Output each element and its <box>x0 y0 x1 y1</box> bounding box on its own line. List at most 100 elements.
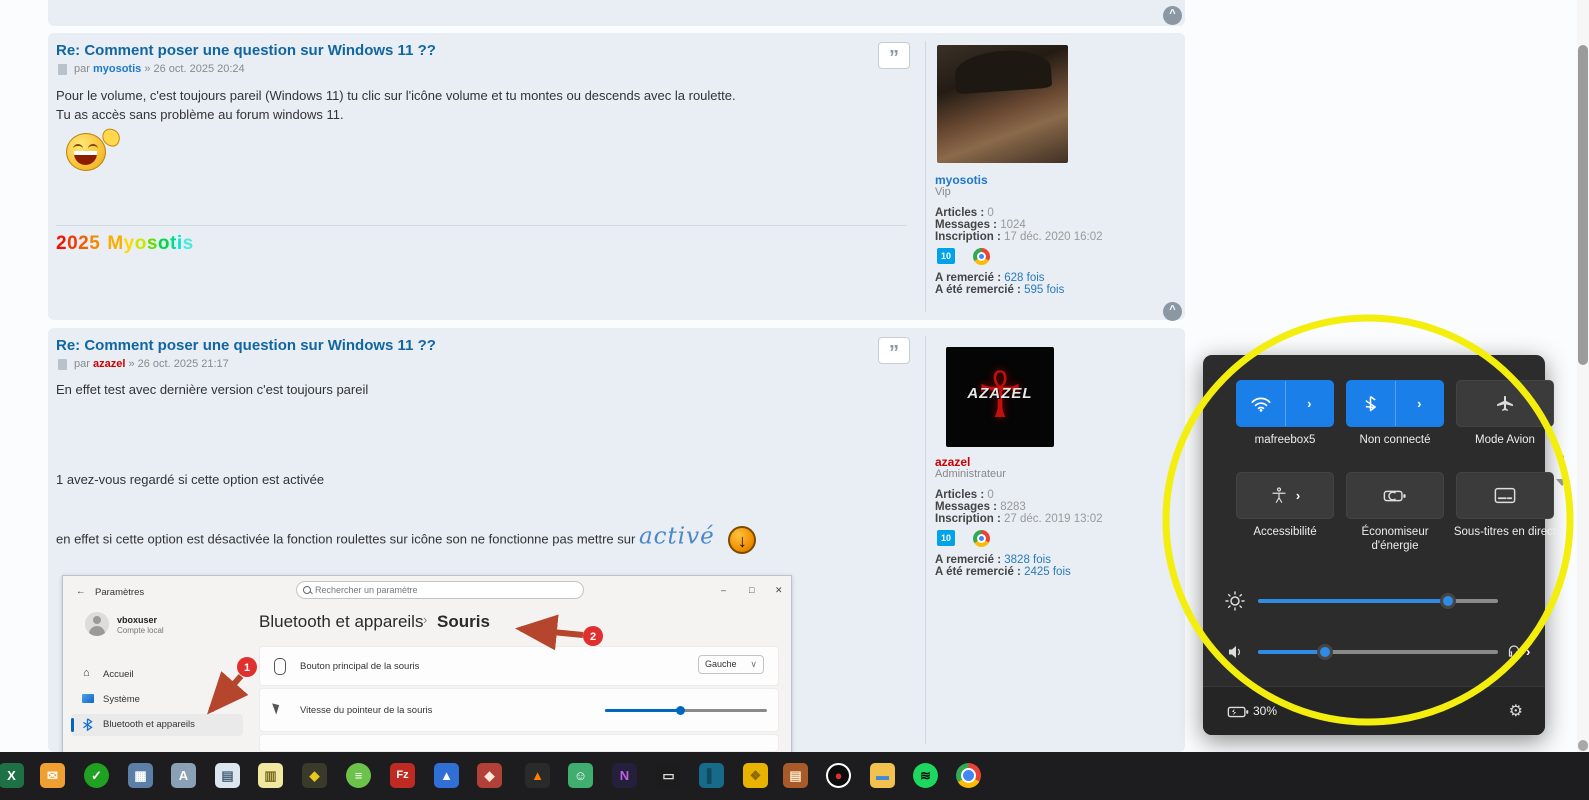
pointer-icon <box>272 701 282 714</box>
post-title-link[interactable]: Re: Comment poser une question sur Windo… <box>56 42 436 59</box>
sig-letter: 2 <box>56 233 67 254</box>
tv-app-icon[interactable]: ▭ <box>656 763 681 788</box>
bluetooth-tile[interactable]: › <box>1346 380 1444 427</box>
mouse-button-dropdown: Gauche ∨ <box>698 655 764 674</box>
svg-text:2: 2 <box>590 631 596 643</box>
film-icon[interactable]: ▤ <box>783 763 808 788</box>
profile-name-link[interactable]: azazel <box>935 455 970 469</box>
post-byline: par azazel » 26 oct. 2025 21:17 <box>74 358 229 370</box>
sig-letter: 2 <box>78 233 89 254</box>
thanks-link[interactable]: 3828 fois <box>1004 554 1051 566</box>
brightness-slider[interactable] <box>1258 599 1498 603</box>
book-icon[interactable]: ▥ <box>258 763 283 788</box>
profile-divider <box>925 41 926 312</box>
quote-button[interactable]: ” <box>878 337 910 364</box>
airplane-icon <box>1494 394 1516 414</box>
scrollbar-thumb[interactable] <box>1578 45 1588 365</box>
nav-selected-indicator <box>71 718 74 732</box>
post-title-link[interactable]: Re: Comment poser une question sur Windo… <box>56 337 436 354</box>
spotify-icon[interactable]: ≋ <box>913 763 938 788</box>
wifi-tile[interactable]: › <box>1236 380 1334 427</box>
nox-icon[interactable]: N <box>612 763 637 788</box>
back-to-top-button[interactable]: ^ <box>1163 6 1182 25</box>
profile-rank: Vip <box>935 186 951 198</box>
explorer-icon[interactable]: ▬ <box>870 763 895 788</box>
vlc-icon[interactable]: ▲ <box>525 763 550 788</box>
volume-slider[interactable] <box>1258 650 1498 654</box>
notepad-icon[interactable]: ▤ <box>215 763 240 788</box>
user-name: vboxuser <box>117 615 157 625</box>
thanks-link[interactable]: 2425 fois <box>1024 566 1071 578</box>
cubes-icon[interactable]: ❖ <box>743 763 768 788</box>
volume-expand-chevron[interactable]: › <box>1526 644 1530 659</box>
audio-output-icon[interactable] <box>1506 644 1522 660</box>
chrome-browser-icon <box>973 248 990 265</box>
chevron-down-icon: ∨ <box>750 659 757 670</box>
home-icon: ⌂ <box>83 667 90 679</box>
mail-icon[interactable]: ✉ <box>40 763 65 788</box>
accessibility-expand-chevron[interactable]: › <box>1296 488 1300 503</box>
quote-button[interactable]: ” <box>878 42 910 69</box>
scroll-indicator-dots <box>1560 455 1564 459</box>
back-to-top-button[interactable]: ^ <box>1163 302 1182 321</box>
panels-icon[interactable]: ▌ <box>699 763 724 788</box>
airplane-mode-tile[interactable] <box>1456 380 1554 427</box>
filezilla-icon[interactable]: Fz <box>390 763 415 788</box>
wifi-expand-chevron[interactable]: › <box>1286 381 1334 426</box>
nav-accueil: Accueil <box>103 669 134 680</box>
sig-letter: s <box>147 233 158 254</box>
tile-label: Non connecté <box>1340 433 1450 447</box>
previous-post-partial <box>48 0 1185 26</box>
settings-screenshot-image[interactable]: ← Paramètres Rechercher un paramètre – □… <box>62 575 792 754</box>
recorder-icon[interactable]: ● <box>826 763 851 788</box>
sig-letter: o <box>158 233 170 254</box>
thanks-link[interactable]: 595 fois <box>1024 284 1064 296</box>
laughing-wave-smiley-icon <box>66 129 122 171</box>
sig-letter: t <box>170 233 177 254</box>
maximize-icon: □ <box>749 585 754 595</box>
scrollbar-bottom-cap[interactable] <box>1578 740 1588 751</box>
gear-icon[interactable]: ⚙ <box>1509 701 1523 721</box>
accessibility-tile[interactable]: › <box>1236 472 1334 519</box>
bluetooth-expand-chevron[interactable]: › <box>1396 381 1444 426</box>
sig-letter: M <box>107 233 123 254</box>
photos-icon[interactable]: ▲ <box>434 763 459 788</box>
sig-letter: o <box>135 233 147 254</box>
settings-row-mouse-button: Bouton principal de la souris Gauche ∨ <box>259 646 779 686</box>
sig-letter: s <box>183 233 194 254</box>
post-2: Re: Comment poser une question sur Windo… <box>48 328 1185 752</box>
battery-saver-tile[interactable] <box>1346 472 1444 519</box>
profile-name-link[interactable]: myosotis <box>935 173 988 187</box>
accessibility-icon <box>1270 486 1288 505</box>
svg-text:1: 1 <box>244 662 250 674</box>
profile-thanks: A remercié : 628 fois <box>935 272 1045 284</box>
tile-label: Sous-titres en direct <box>1450 525 1560 539</box>
settings-row-pointer-speed: Vitesse du pointeur de la souris <box>259 688 779 732</box>
author-link[interactable]: myosotis <box>93 63 141 75</box>
red-app-icon[interactable]: ◆ <box>477 763 502 788</box>
volume-slider-thumb[interactable] <box>1317 644 1333 660</box>
dictionary-icon[interactable]: A <box>171 763 196 788</box>
dark-photo-icon[interactable]: ◆ <box>302 763 327 788</box>
chrome-icon[interactable] <box>956 763 981 788</box>
live-captions-tile[interactable] <box>1456 472 1554 519</box>
scrollbar-track[interactable] <box>1577 0 1589 752</box>
user-account-type: Compte local <box>117 626 164 635</box>
thanks-link[interactable]: 628 fois <box>1004 272 1044 284</box>
battery-percent-label[interactable]: 30% <box>1253 704 1277 718</box>
smiley-app-icon[interactable]: ☺ <box>568 763 593 788</box>
author-link[interactable]: azazel <box>93 358 125 370</box>
bluetooth-toggle[interactable] <box>1347 381 1395 426</box>
check-icon[interactable]: ✓ <box>84 763 109 788</box>
nav-bluetooth-appareils: Bluetooth et appareils <box>103 719 195 730</box>
wifi-toggle[interactable] <box>1237 381 1285 426</box>
profile-stat: Articles : 0 <box>935 489 994 501</box>
brightness-slider-thumb[interactable] <box>1440 593 1456 609</box>
user-avatar <box>85 612 109 636</box>
avatar-myosotis[interactable] <box>937 45 1068 163</box>
deezer-icon[interactable]: ≡ <box>346 763 371 788</box>
avatar-azazel[interactable]: ☥ AZAZEL <box>946 347 1054 447</box>
windows-10-icon: 10 <box>937 248 955 264</box>
calculator-icon[interactable]: ▦ <box>128 763 153 788</box>
excel-icon[interactable]: X <box>0 763 24 788</box>
